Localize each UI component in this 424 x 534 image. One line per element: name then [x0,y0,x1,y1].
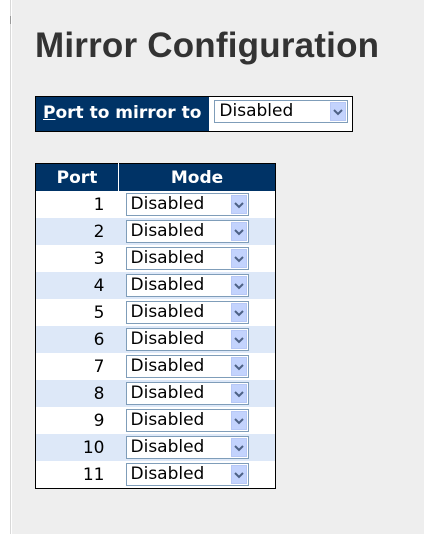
column-header-port: Port [35,163,119,191]
mode-select[interactable]: Disabled [125,220,249,243]
table-row: 2 Disabled [35,218,276,245]
table-row: 6 Disabled [35,326,276,353]
mode-value: Disabled [130,302,205,322]
port-to-mirror-cell: Disabled [210,97,353,131]
mode-cell: Disabled [118,326,276,353]
table-row: 11 Disabled [35,461,276,489]
mode-select[interactable]: Disabled [125,274,249,297]
port-number: 11 [35,461,119,489]
table-row: 7 Disabled [35,353,276,380]
mode-select[interactable]: Disabled [125,382,249,405]
chevron-down-icon[interactable] [230,438,247,457]
port-to-mirror-value: Disabled [219,101,294,121]
port-number: 8 [35,380,119,407]
chevron-down-icon[interactable] [230,330,247,349]
mode-cell: Disabled [118,245,276,272]
port-number: 1 [35,191,119,218]
table-row: 9 Disabled [35,407,276,434]
mode-cell: Disabled [118,380,276,407]
port-to-mirror-label: Port to mirror to [36,97,211,131]
mode-value: Disabled [130,464,205,484]
table-row: 8 Disabled [35,380,276,407]
mode-select[interactable]: Disabled [125,463,249,486]
left-frame-mark [10,16,11,24]
mode-select[interactable]: Disabled [125,355,249,378]
table-row: 3 Disabled [35,245,276,272]
mode-value: Disabled [130,221,205,241]
mode-select[interactable]: Disabled [125,193,249,216]
chevron-down-icon[interactable] [230,249,247,268]
port-to-mirror-row: Port to mirror to Disabled [35,96,354,132]
table-row: 1 Disabled [35,191,276,218]
mode-value: Disabled [130,356,205,376]
port-number: 6 [35,326,119,353]
mode-select[interactable]: Disabled [125,328,249,351]
mode-cell: Disabled [118,299,276,326]
mode-select[interactable]: Disabled [125,409,249,432]
mode-cell: Disabled [118,272,276,299]
mode-cell: Disabled [118,353,276,380]
port-number: 2 [35,218,119,245]
mode-cell: Disabled [118,191,276,218]
table-row: 5 Disabled [35,299,276,326]
port-rows: 1 Disabled 2 Disabled 3 Disabled 4 Disabled 5 Dis… [35,191,276,489]
chevron-down-icon[interactable] [230,222,247,241]
chevron-down-icon[interactable] [230,465,247,484]
port-number: 3 [35,245,119,272]
accesskey-letter: P [43,103,56,123]
mode-cell: Disabled [118,407,276,434]
table-header-row: Port Mode [35,163,276,191]
port-number: 7 [35,353,119,380]
mode-value: Disabled [130,329,205,349]
mode-select[interactable]: Disabled [125,301,249,324]
chevron-down-icon[interactable] [230,357,247,376]
port-to-mirror-label-text: ort to mirror to [55,103,202,123]
chevron-down-icon[interactable] [230,411,247,430]
mode-value: Disabled [130,194,205,214]
page-title: Mirror Configuration [35,26,380,65]
chevron-down-icon[interactable] [230,195,247,214]
port-to-mirror-select[interactable]: Disabled [214,100,349,123]
mode-value: Disabled [130,437,205,457]
chevron-down-icon[interactable] [330,102,347,121]
table-row: 10 Disabled [35,434,276,461]
port-mode-table: Port Mode 1 Disabled 2 Disabled 3 Disabled 4 Di… [35,163,276,489]
mode-cell: Disabled [118,434,276,461]
left-frame-border [10,0,11,534]
mode-value: Disabled [130,248,205,268]
chevron-down-icon[interactable] [230,384,247,403]
chevron-down-icon[interactable] [230,276,247,295]
mode-value: Disabled [130,275,205,295]
port-number: 10 [35,434,119,461]
port-number: 9 [35,407,119,434]
mode-value: Disabled [130,410,205,430]
mode-cell: Disabled [118,218,276,245]
mode-select[interactable]: Disabled [125,247,249,270]
chevron-down-icon[interactable] [230,303,247,322]
port-number: 5 [35,299,119,326]
mode-value: Disabled [130,383,205,403]
port-number: 4 [35,272,119,299]
table-row: 4 Disabled [35,272,276,299]
column-header-mode: Mode [118,163,276,191]
mode-cell: Disabled [118,461,276,489]
mode-select[interactable]: Disabled [125,436,249,459]
